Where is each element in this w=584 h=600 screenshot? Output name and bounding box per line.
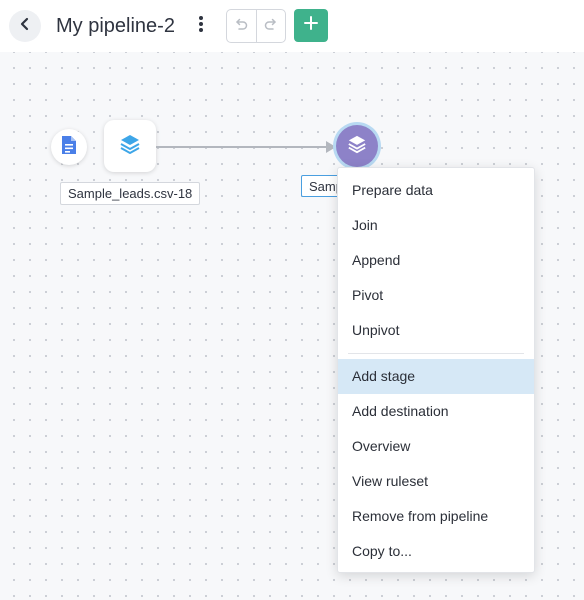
more-options-button[interactable] — [190, 12, 212, 40]
menu-divider — [348, 353, 524, 354]
redo-icon — [263, 16, 279, 37]
source-file-node[interactable] — [51, 129, 87, 165]
menu-item-add-destination[interactable]: Add destination — [338, 394, 534, 429]
page-title: My pipeline-2 — [56, 15, 175, 37]
menu-item-append[interactable]: Append — [338, 243, 534, 278]
chevron-left-icon — [18, 17, 32, 36]
menu-item-remove-from-pipeline[interactable]: Remove from pipeline — [338, 499, 534, 534]
pipeline-header: My pipeline-2 — [0, 0, 584, 52]
menu-item-add-stage[interactable]: Add stage — [338, 359, 534, 394]
source-node-label: Sample_leads.csv-18 — [60, 182, 201, 205]
pipeline-connector — [156, 141, 336, 153]
menu-item-overview[interactable]: Overview — [338, 429, 534, 464]
menu-item-view-ruleset[interactable]: View ruleset — [338, 464, 534, 499]
undo-icon — [233, 16, 249, 37]
undo-redo-group — [226, 9, 286, 43]
menu-item-copy-to[interactable]: Copy to... — [338, 534, 534, 569]
menu-item-prepare-data[interactable]: Prepare data — [338, 173, 534, 208]
add-button[interactable] — [294, 9, 328, 42]
menu-item-join[interactable]: Join — [338, 208, 534, 243]
file-document-icon — [61, 135, 77, 160]
undo-button[interactable] — [227, 10, 256, 42]
more-vertical-icon — [198, 15, 204, 38]
dataset-node[interactable] — [104, 120, 156, 172]
redo-button[interactable] — [255, 10, 286, 42]
plus-icon — [303, 15, 319, 36]
stage-node[interactable] — [336, 125, 378, 167]
back-button[interactable] — [9, 10, 41, 42]
layers-icon — [119, 133, 141, 160]
node-context-menu: Prepare data Join Append Pivot Unpivot A… — [337, 167, 535, 573]
menu-item-pivot[interactable]: Pivot — [338, 278, 534, 313]
layers-icon — [347, 134, 367, 159]
menu-item-unpivot[interactable]: Unpivot — [338, 313, 534, 348]
